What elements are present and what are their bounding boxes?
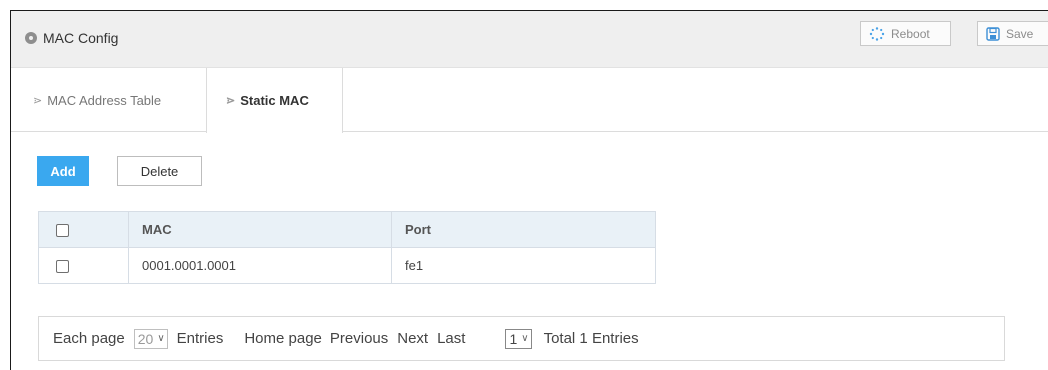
tab-static-mac[interactable]: ⋗ Static MAC xyxy=(206,68,343,133)
last-link[interactable]: Last xyxy=(437,330,465,347)
next-link[interactable]: Next xyxy=(397,330,428,347)
floppy-disk-icon xyxy=(986,26,1000,41)
chevron-down-icon: ∨ xyxy=(521,333,529,344)
page-title: MAC Config xyxy=(43,30,119,46)
delete-button[interactable]: Delete xyxy=(117,156,202,186)
save-label: Save xyxy=(1006,26,1034,41)
port-cell: fe1 xyxy=(391,247,656,284)
save-button[interactable]: Save xyxy=(977,21,1048,46)
reboot-button[interactable]: Reboot xyxy=(860,21,951,46)
chevron-down-icon: ∨ xyxy=(157,333,165,344)
select-all-checkbox[interactable] xyxy=(56,224,69,238)
mac-cell: 0001.0001.0001 xyxy=(128,247,392,284)
spinner-icon xyxy=(869,26,885,41)
table-header-row: MAC Port xyxy=(38,211,656,248)
add-button[interactable]: Add xyxy=(37,156,89,186)
column-header-mac: MAC xyxy=(128,211,392,248)
chevron-right-icon: ⋗ xyxy=(33,94,43,107)
row-select-cell xyxy=(38,247,129,284)
column-header-port: Port xyxy=(391,211,656,248)
circle-icon xyxy=(25,32,37,44)
reboot-label: Reboot xyxy=(891,26,930,41)
tab-label: MAC Address Table xyxy=(47,92,162,108)
panel-header: MAC Config Reboot Save xyxy=(11,11,1048,68)
tab-bar: ⋗ MAC Address Table ⋗ Static MAC xyxy=(11,68,1048,133)
page-number-select[interactable]: 1 ∨ xyxy=(505,328,532,349)
entries-label: Entries xyxy=(176,330,224,347)
current-page-value: 1 xyxy=(509,330,518,347)
title-group: MAC Config xyxy=(25,30,118,46)
static-mac-table: MAC Port 0001.0001.0001 fe1 xyxy=(38,211,656,284)
page-size-value: 20 xyxy=(137,330,154,347)
mac-config-panel: MAC Config Reboot Save ⋗ MAC Address Tab… xyxy=(10,10,1048,370)
row-checkbox[interactable] xyxy=(56,260,69,274)
pagination-bar: Each page 20 ∨ Entries Home page Previou… xyxy=(38,316,1005,361)
table-row: 0001.0001.0001 fe1 xyxy=(38,247,656,284)
tab-mac-address-table[interactable]: ⋗ MAC Address Table xyxy=(33,68,161,132)
previous-link[interactable]: Previous xyxy=(330,330,388,347)
each-page-label: Each page xyxy=(53,330,125,347)
tab-label: Static MAC xyxy=(240,93,309,108)
select-all-cell xyxy=(38,211,129,248)
page-size-select[interactable]: 20 ∨ xyxy=(133,328,168,349)
home-page-link[interactable]: Home page xyxy=(244,330,322,347)
chevron-right-icon: ⋗ xyxy=(226,95,236,107)
total-entries-label: Total 1 Entries xyxy=(543,330,639,347)
